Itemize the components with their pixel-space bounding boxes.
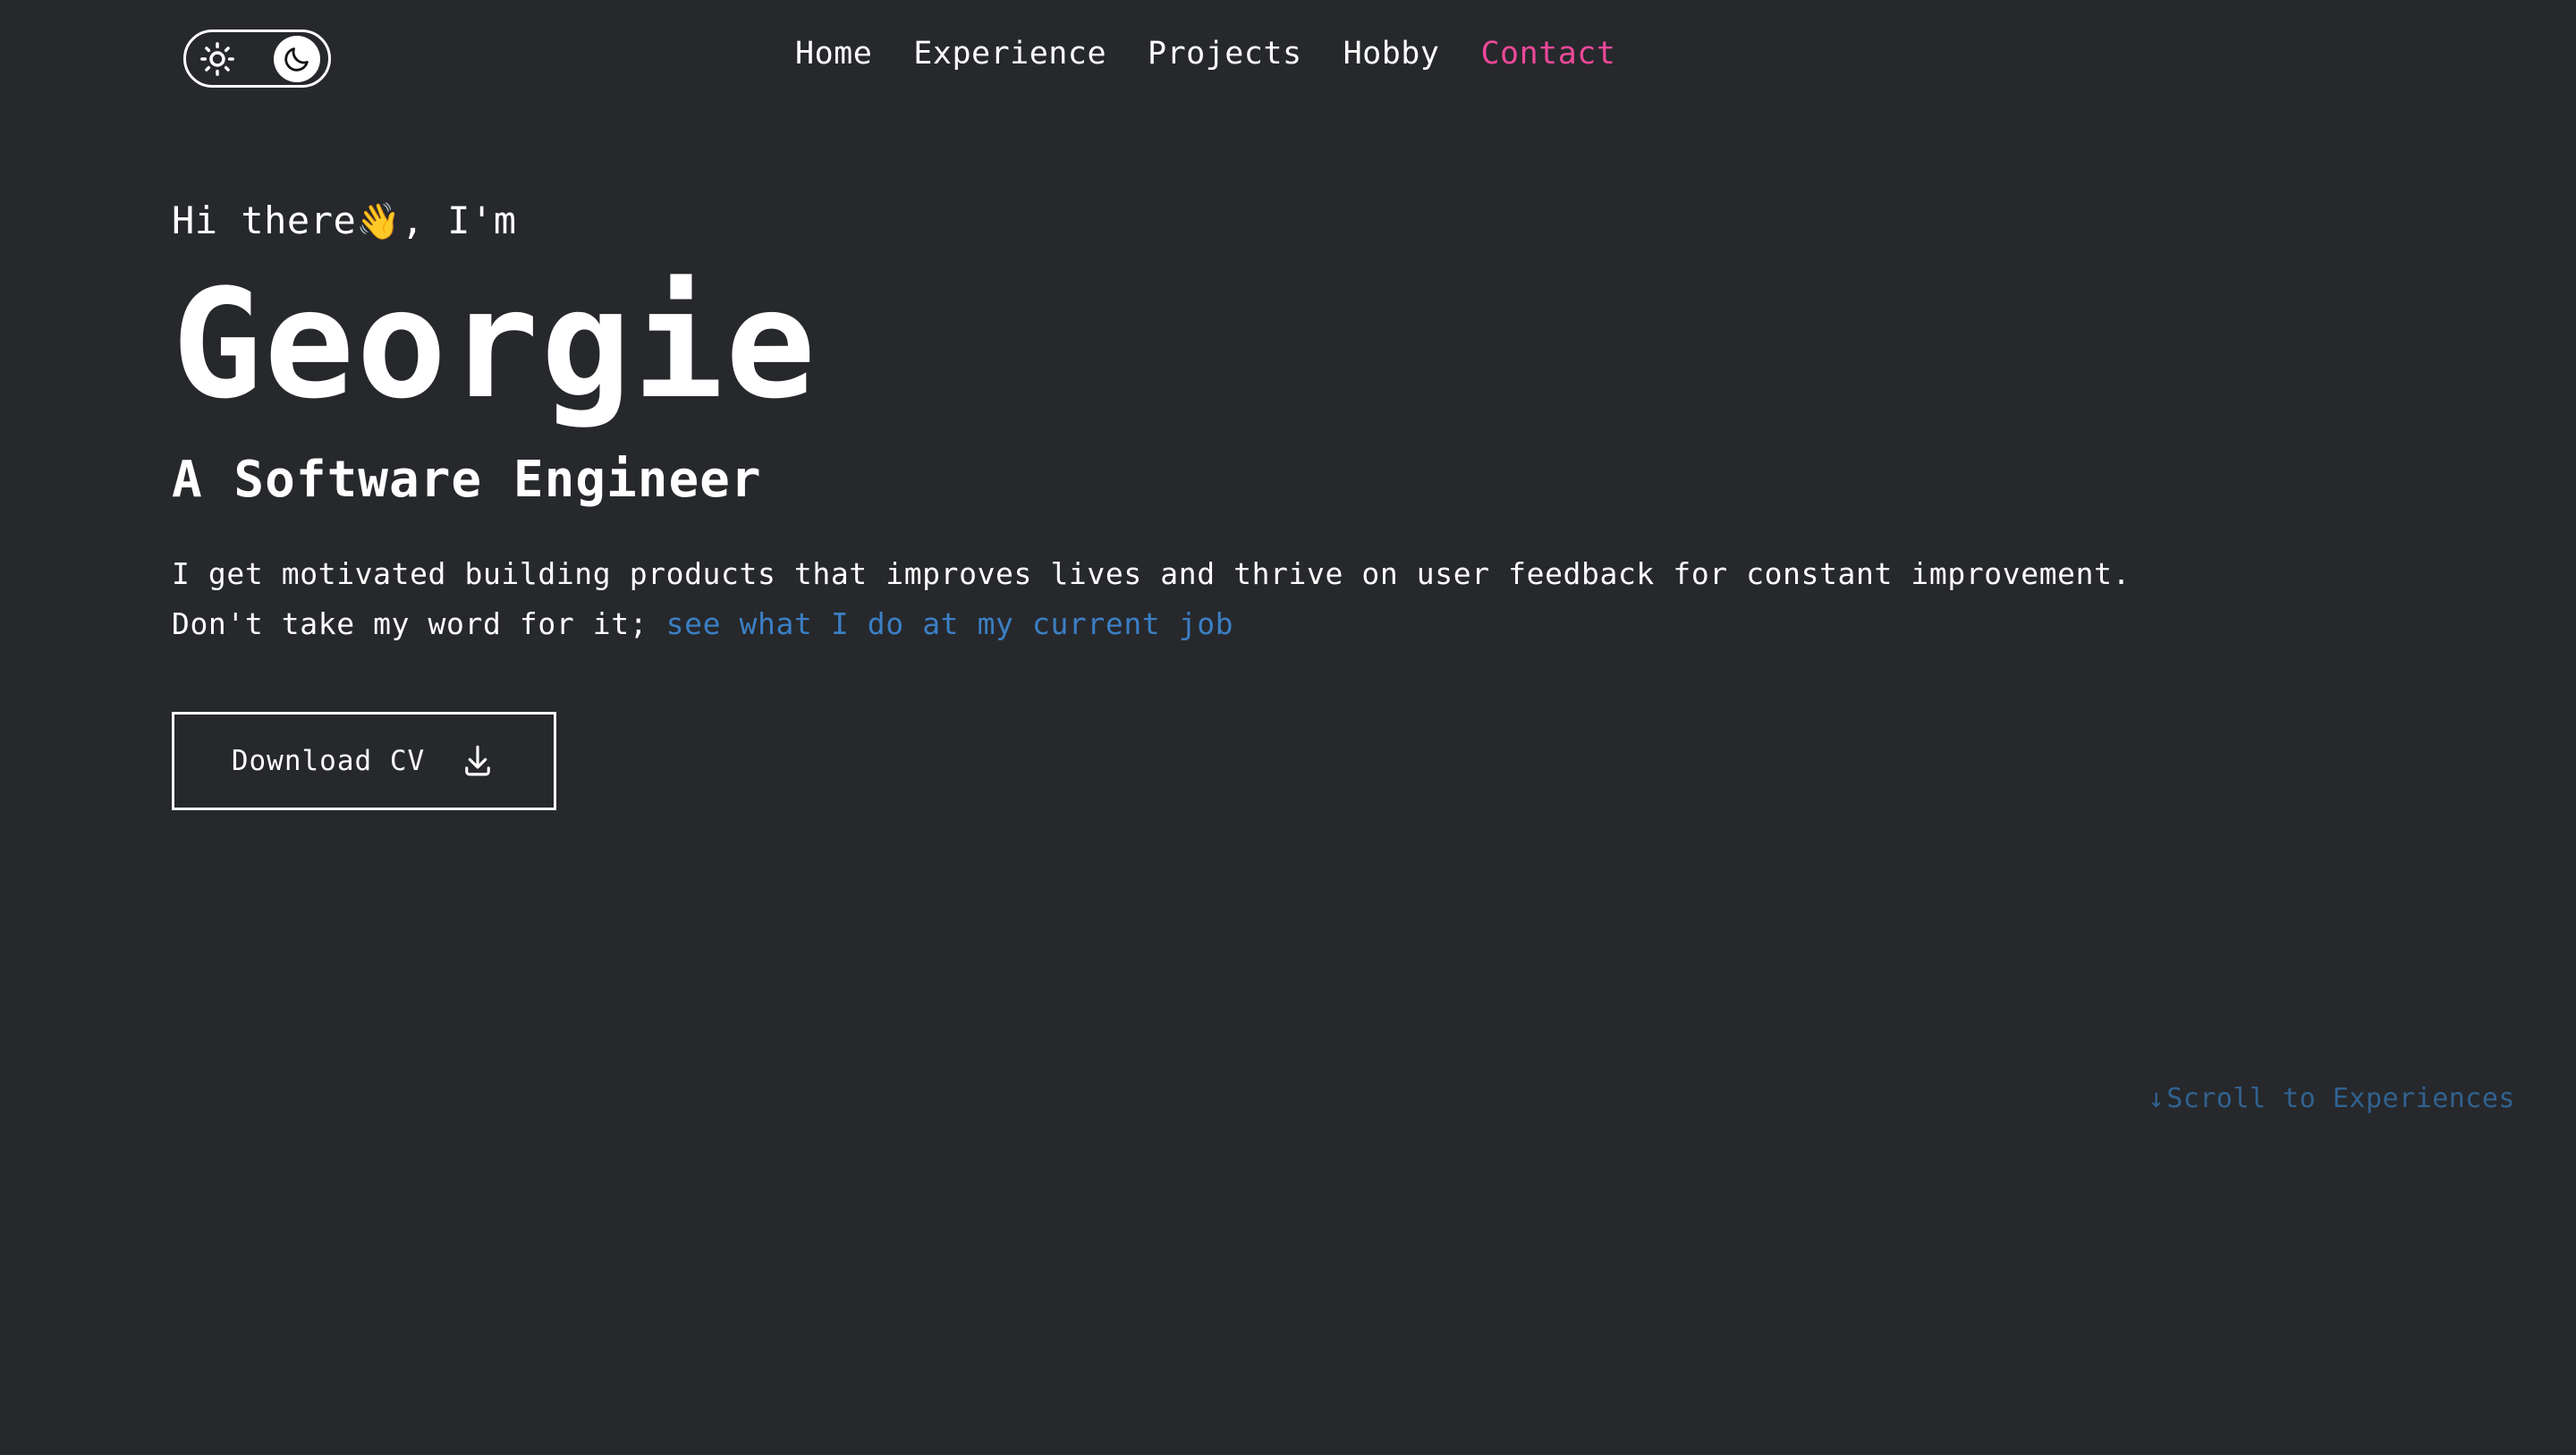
page-root: Home Experience Projects Hobby Contact H… xyxy=(0,0,2576,1455)
download-icon xyxy=(465,745,490,776)
hero-section: Hi there👋, I'm Georgie A Software Engine… xyxy=(172,196,2408,810)
arrow-down-icon: ↓ xyxy=(2148,1083,2165,1114)
nav-item-projects[interactable]: Projects xyxy=(1127,32,1323,75)
scroll-cue-label: Scroll to Experiences xyxy=(2166,1083,2515,1114)
hero-name: Georgie xyxy=(172,257,818,432)
waving-hand-icon: 👋 xyxy=(356,201,402,242)
site-header: Home Experience Projects Hobby Contact xyxy=(0,0,2576,122)
theme-toggle[interactable] xyxy=(183,30,331,88)
scroll-to-experiences-link[interactable]: ↓ Scroll to Experiences xyxy=(2148,1080,2515,1118)
hero-bio: I get motivated building products that i… xyxy=(172,549,2207,649)
sun-icon xyxy=(199,40,236,78)
greeting-text-after: , I'm xyxy=(401,199,517,242)
greeting-text-before: Hi there xyxy=(172,199,357,242)
main-nav: Home Experience Projects Hobby Contact xyxy=(775,32,1636,75)
download-cv-label: Download CV xyxy=(231,745,426,777)
nav-item-hobby[interactable]: Hobby xyxy=(1323,32,1461,75)
current-job-link[interactable]: see what I do at my current job xyxy=(666,606,1234,641)
moon-icon xyxy=(284,47,309,72)
hero-role: A Software Engineer xyxy=(172,451,762,509)
hero-greeting: Hi there👋, I'm xyxy=(172,196,2408,247)
nav-item-experience[interactable]: Experience xyxy=(893,32,1127,75)
nav-item-contact[interactable]: Contact xyxy=(1460,32,1636,75)
nav-item-home[interactable]: Home xyxy=(775,32,893,75)
download-cv-button[interactable]: Download CV xyxy=(172,712,556,810)
theme-toggle-knob xyxy=(274,35,320,82)
